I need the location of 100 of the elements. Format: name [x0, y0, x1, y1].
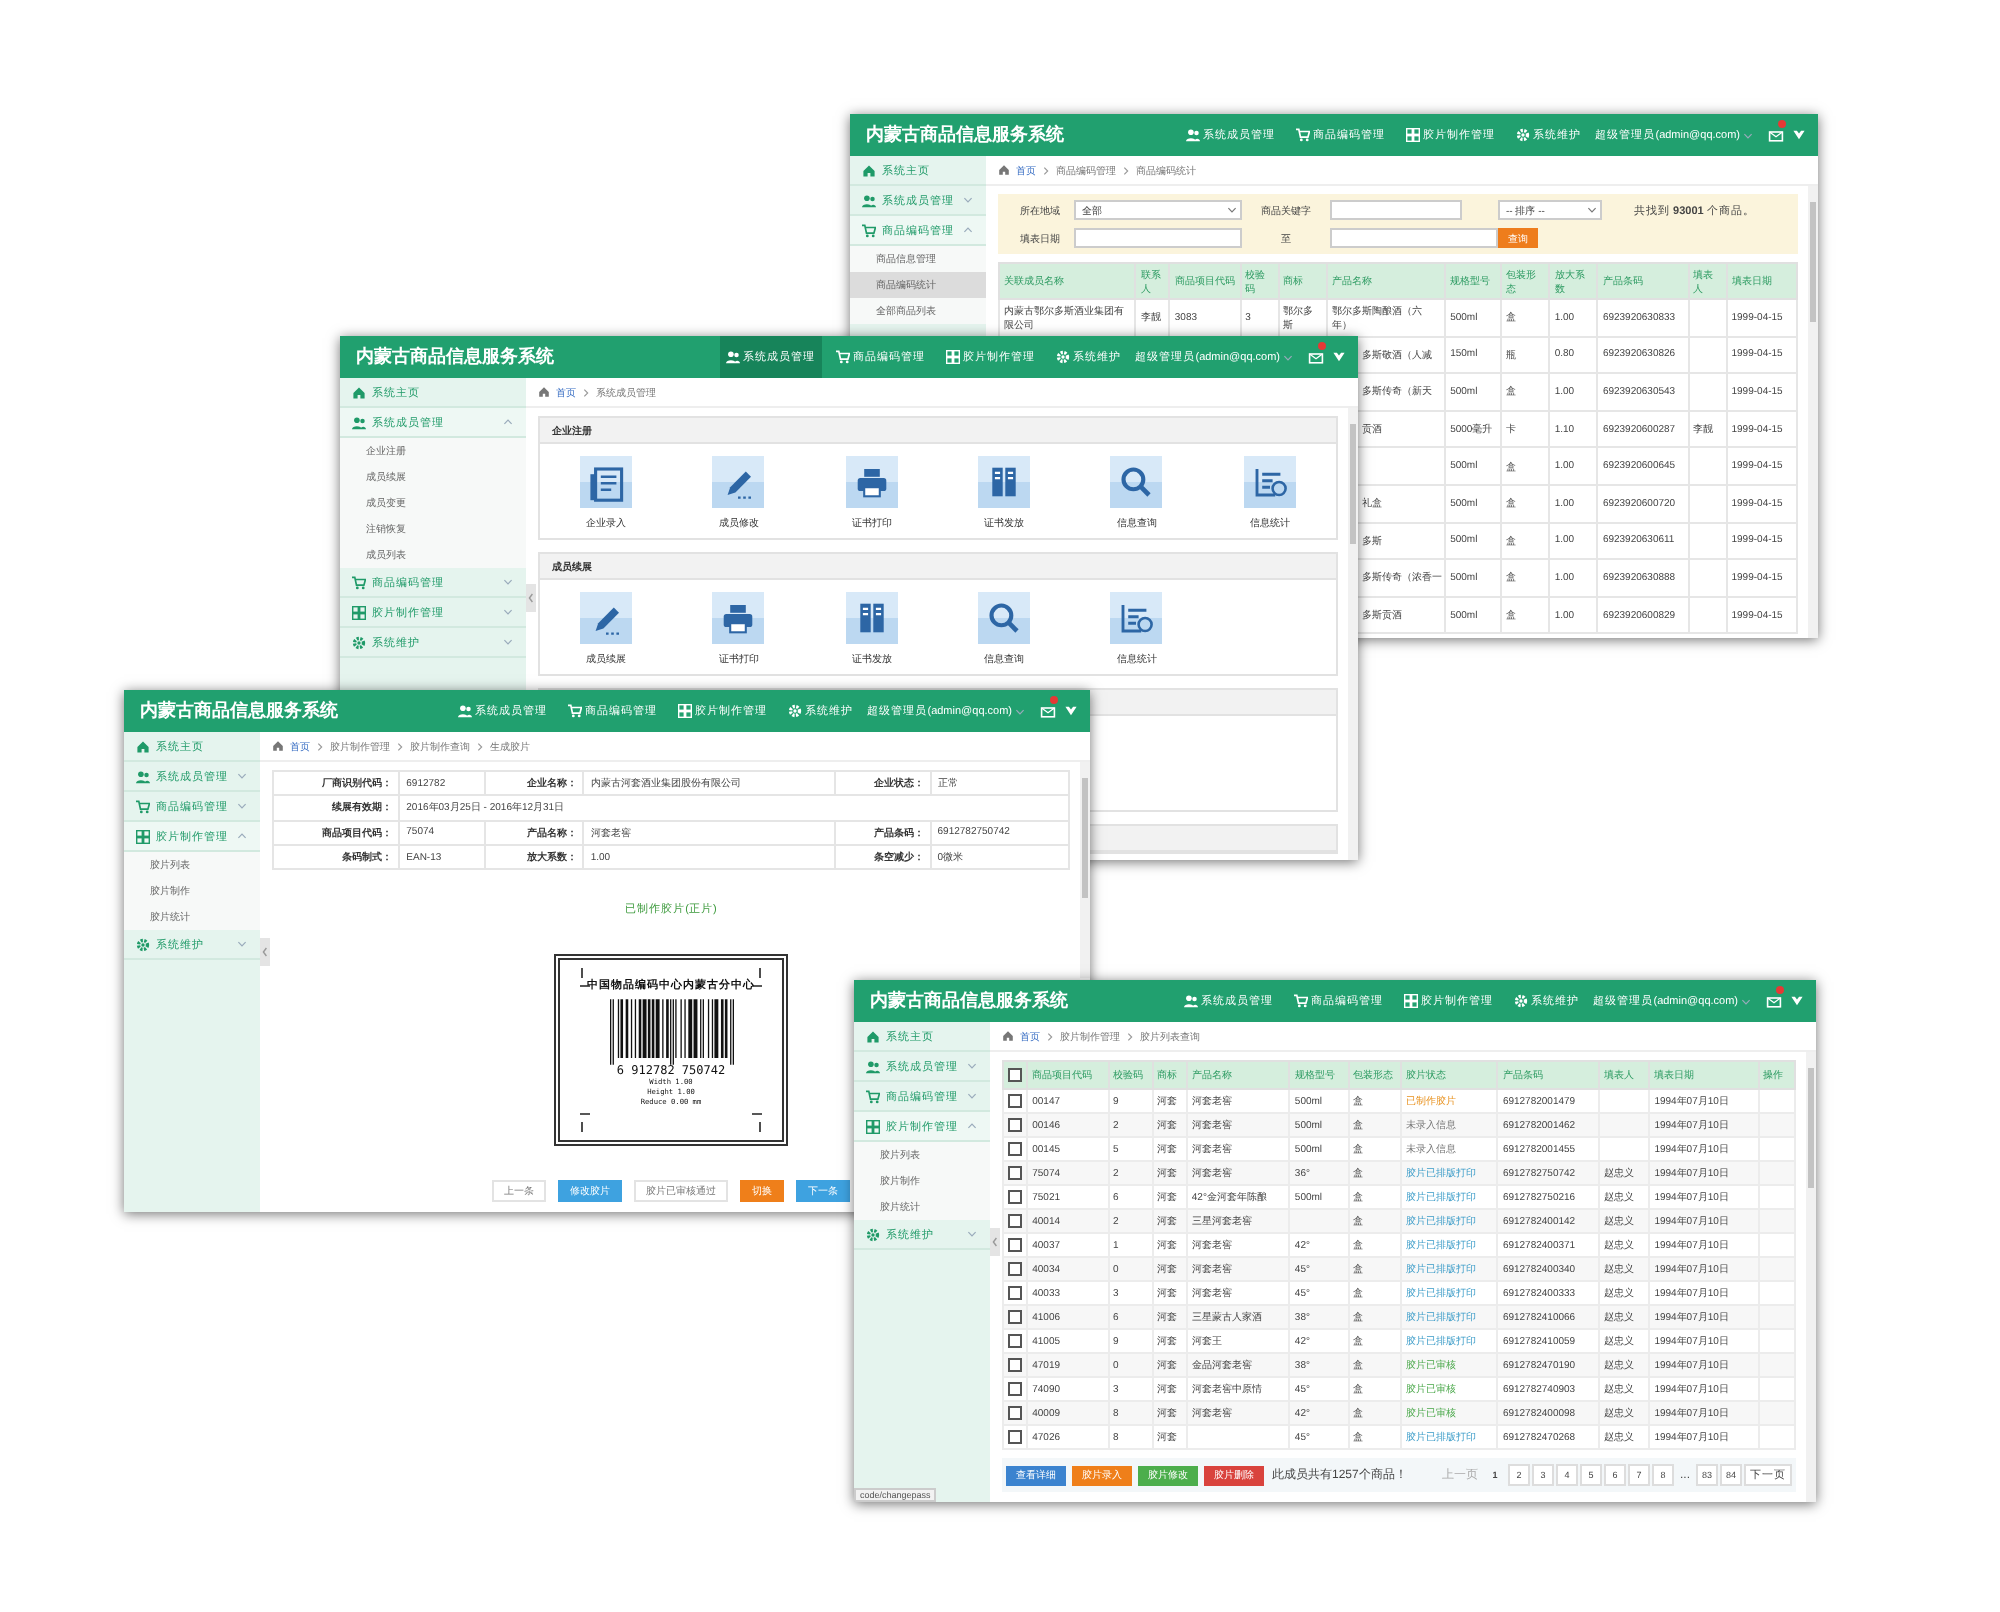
- checkbox[interactable]: [1008, 1286, 1022, 1300]
- checkbox[interactable]: [1008, 1094, 1022, 1108]
- crop-mark-icon: [750, 968, 762, 989]
- gear-icon: [1513, 994, 1528, 1008]
- chevron-down-icon: [236, 800, 248, 812]
- chevron-down-icon: [962, 194, 974, 206]
- cart-icon: [862, 223, 876, 237]
- gear-icon: [866, 1227, 880, 1241]
- checkbox[interactable]: [1008, 1382, 1022, 1396]
- chevron-right-icon: [1126, 1031, 1134, 1041]
- home-icon: [866, 1029, 880, 1043]
- checkbox[interactable]: [1008, 1310, 1022, 1324]
- mail-icon: [1040, 703, 1056, 719]
- checkbox[interactable]: [1008, 1238, 1022, 1252]
- checkbox[interactable]: [1008, 1214, 1022, 1228]
- gear-icon: [136, 937, 150, 951]
- grid-icon: [677, 704, 692, 718]
- checkbox[interactable]: [1008, 1430, 1022, 1444]
- cart-icon: [835, 350, 850, 364]
- home-icon: [538, 386, 550, 398]
- scrollbar[interactable]: [1808, 186, 1818, 638]
- chevron-down-icon: [236, 938, 248, 950]
- home-icon: [862, 163, 876, 177]
- chevron-down-icon: [236, 770, 248, 782]
- grid-icon: [866, 1119, 880, 1133]
- grid-icon: [1405, 128, 1420, 142]
- gear-icon: [787, 704, 802, 718]
- chevron-up-icon: [966, 1120, 978, 1132]
- checkbox[interactable]: [1008, 1262, 1022, 1276]
- printer-icon: [712, 592, 765, 644]
- scrollbar[interactable]: [1348, 408, 1358, 860]
- mail-icon: [1768, 127, 1784, 143]
- gear-icon: [352, 635, 366, 649]
- input-field[interactable]: [1330, 228, 1498, 248]
- chevron-down-icon: [966, 1060, 978, 1072]
- chevron-right-icon: [582, 387, 590, 397]
- mail-icon: [1308, 349, 1324, 365]
- home-icon: [1002, 1030, 1014, 1042]
- people-icon: [725, 350, 740, 364]
- scrollbar[interactable]: [1806, 1052, 1816, 1502]
- list-chart-icon: [1110, 592, 1163, 644]
- checkbox[interactable]: [1008, 1358, 1022, 1372]
- cart-icon: [1293, 994, 1308, 1008]
- binder-icon: [978, 456, 1031, 508]
- collapse-handle: [260, 938, 270, 966]
- checkbox[interactable]: [1008, 1118, 1022, 1132]
- cart-icon: [136, 799, 150, 813]
- binder-icon: [845, 592, 898, 644]
- chevron-down-icon: [1740, 995, 1752, 1007]
- grid-icon: [1403, 994, 1418, 1008]
- chevron-down-icon: [502, 576, 514, 588]
- checkbox[interactable]: [1008, 1068, 1022, 1082]
- home-icon: [272, 740, 284, 752]
- chevron-down-icon: [502, 636, 514, 648]
- search-icon: [978, 592, 1031, 644]
- notification-dot: [1318, 341, 1326, 349]
- chevron-down-icon: [1282, 351, 1294, 363]
- home-icon: [136, 739, 150, 753]
- cart-icon: [866, 1089, 880, 1103]
- checkbox[interactable]: [1008, 1334, 1022, 1348]
- chevron-right-icon: [1122, 165, 1130, 175]
- chevron-right-icon: [1046, 1031, 1054, 1041]
- barcode-drawing: [609, 998, 733, 1067]
- cart-icon: [1295, 128, 1310, 142]
- people-icon: [1183, 994, 1198, 1008]
- caret-icon: [1790, 994, 1804, 1008]
- people-icon: [457, 704, 472, 718]
- list-chart-icon: [1243, 456, 1296, 508]
- chevron-down-icon: [1014, 705, 1026, 717]
- chevron-up-icon: [962, 224, 974, 236]
- app-title: 内蒙古商品信息服务系统: [140, 698, 338, 724]
- checkbox[interactable]: [1008, 1142, 1022, 1156]
- grid-icon: [352, 605, 366, 619]
- chevron-right-icon: [476, 741, 484, 751]
- people-icon: [352, 415, 366, 429]
- chevron-down-icon: [1226, 204, 1238, 216]
- checkbox[interactable]: [1008, 1406, 1022, 1420]
- people-icon: [136, 769, 150, 783]
- input-field[interactable]: [1330, 200, 1462, 220]
- input-field[interactable]: [1074, 228, 1242, 248]
- chevron-up-icon: [236, 830, 248, 842]
- mail-icon: [1766, 993, 1782, 1009]
- checkbox[interactable]: [1008, 1166, 1022, 1180]
- notification-dot: [1776, 985, 1784, 993]
- chevron-right-icon: [1042, 165, 1050, 175]
- caret-icon: [1792, 128, 1806, 142]
- home-icon: [352, 385, 366, 399]
- pencil-icon: [580, 592, 633, 644]
- cart-icon: [352, 575, 366, 589]
- notification-dot: [1050, 695, 1058, 703]
- chevron-right-icon: [316, 741, 324, 751]
- chevron-down-icon: [502, 606, 514, 618]
- gear-icon: [1515, 128, 1530, 142]
- chevron-down-icon: [1586, 204, 1598, 216]
- people-icon: [1185, 128, 1200, 142]
- pencil-icon: [712, 456, 765, 508]
- scrollbar[interactable]: [1080, 762, 1090, 978]
- checkbox[interactable]: [1008, 1190, 1022, 1204]
- notification-dot: [1778, 119, 1786, 127]
- home-icon: [998, 164, 1010, 176]
